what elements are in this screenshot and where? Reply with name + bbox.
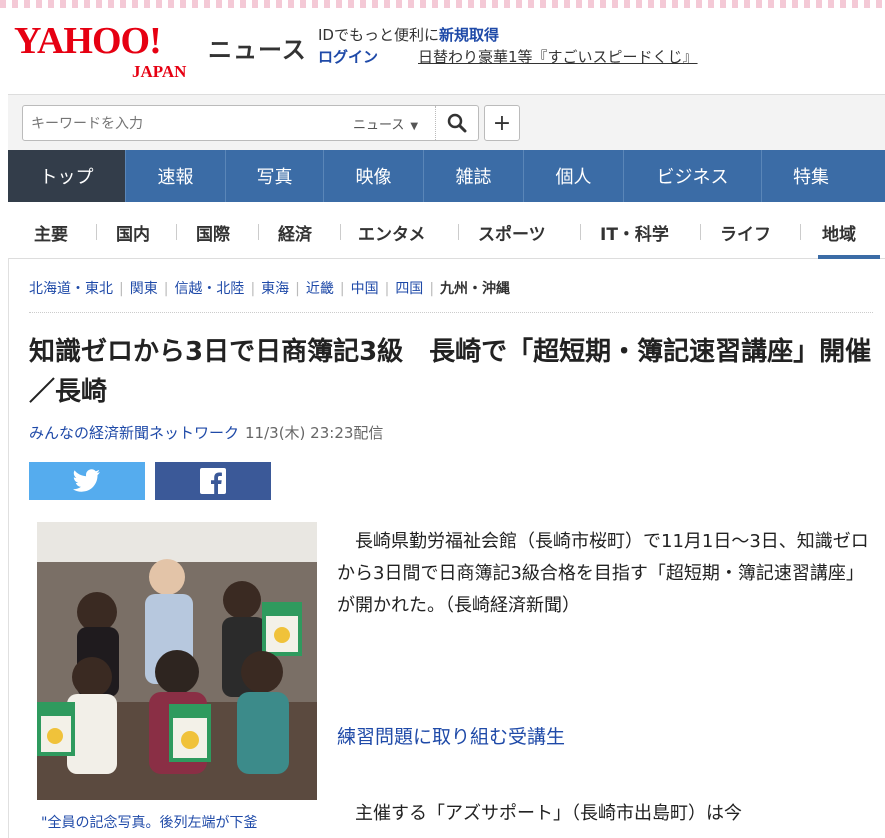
category-local[interactable]: 地域 (822, 220, 856, 245)
main-nav: トップ 速報 写真 映像 雑誌 個人 ビジネス 特集 (8, 150, 885, 202)
tab-features[interactable]: 特集 (762, 150, 860, 202)
region-links: 北海道・東北 | 関東 | 信越・北陸 | 東海 | 近畿 | 中国 | 四国 | 九州・沖縄 (29, 278, 510, 298)
region-hokkaido-tohoku[interactable]: 北海道・東北 (29, 278, 113, 298)
login-link[interactable]: ログイン (318, 46, 378, 67)
separator (176, 224, 177, 240)
search-bar: ニュース ▼ + (8, 94, 885, 151)
category-nav: 主要 国内 国際 経済 エンタメ スポーツ IT・科学 ライフ 地域 (8, 202, 885, 259)
tab-top[interactable]: トップ (8, 150, 126, 202)
search-icon (447, 113, 467, 133)
category-entertainment[interactable]: エンタメ (358, 220, 426, 245)
region-shikoku[interactable]: 四国 (395, 278, 423, 298)
search-box: ニュース ▼ (22, 105, 479, 142)
search-button[interactable] (435, 106, 478, 140)
promo-link[interactable]: 日替わり豪華1等『すごいスピードくじ』 (418, 46, 698, 67)
logo-sub: JAPAN (132, 62, 187, 81)
region-kyushu-okinawa[interactable]: 九州・沖縄 (440, 278, 510, 298)
photo-sub-link[interactable]: 練習問題に取り組む受講生 (337, 722, 565, 749)
region-shinetsu-hokuriku[interactable]: 信越・北陸 (174, 278, 244, 298)
divider (29, 312, 873, 313)
category-economy[interactable]: 経済 (278, 220, 312, 245)
separator: | (119, 281, 124, 297)
separator (340, 224, 341, 240)
photo-caption[interactable]: "全員の記念写真。後列左端が下釜 (41, 812, 321, 832)
article-content: 北海道・東北 | 関東 | 信越・北陸 | 東海 | 近畿 | 中国 | 四国 | 九州・沖縄 知識ゼロから… (8, 258, 885, 838)
id-text: IDでもっと便利に (318, 26, 439, 44)
separator: | (163, 281, 169, 297)
tab-magazine[interactable]: 雑誌 (424, 150, 524, 202)
id-prompt: IDでもっと便利に新規取得 (318, 24, 499, 45)
tab-video[interactable]: 映像 (324, 150, 424, 202)
yahoo-logo[interactable]: YAHOO! JAPAN (14, 20, 186, 81)
region-kinki[interactable]: 近畿 (306, 278, 334, 298)
group-photo-image (37, 522, 317, 800)
separator (96, 224, 97, 240)
category-sports[interactable]: スポーツ (478, 220, 546, 245)
separator: | (250, 281, 256, 297)
chevron-down-icon: ▼ (410, 121, 419, 132)
tab-individual[interactable]: 個人 (524, 150, 624, 202)
article-source-link[interactable]: みんなの経済新聞ネットワーク (29, 424, 239, 442)
facebook-share-button[interactable] (155, 462, 271, 500)
article-date: 11/3(木) 23:23配信 (245, 424, 384, 442)
twitter-share-button[interactable] (29, 462, 145, 500)
region-tokai[interactable]: 東海 (261, 278, 289, 298)
site-header: YAHOO! JAPAN ニュース IDでもっと便利に新規取得 ログイン 日替わ… (0, 8, 885, 88)
tab-photos[interactable]: 写真 (226, 150, 324, 202)
separator (700, 224, 701, 240)
article-body-paragraph: 長崎県勤労福祉会館（長崎市桜町）で11月1日～3日、知識ゼロから3日間で日商簿記… (337, 531, 869, 616)
separator (580, 224, 581, 240)
separator: | (429, 281, 435, 297)
service-name[interactable]: ニュース (208, 30, 307, 65)
article-photo[interactable] (37, 522, 317, 800)
category-domestic[interactable]: 国内 (116, 220, 150, 245)
logo-main: YAHOO! (14, 20, 162, 62)
category-main[interactable]: 主要 (34, 220, 68, 245)
category-international[interactable]: 国際 (196, 220, 230, 245)
separator: | (295, 281, 300, 297)
tab-business[interactable]: ビジネス (624, 150, 762, 202)
category-life[interactable]: ライフ (720, 220, 771, 245)
article-title: 知識ゼロから3日で日商簿記3級 長崎で「超短期・簿記速習講座」開催 ／長崎 (29, 337, 885, 407)
search-category-label: ニュース (353, 118, 405, 133)
register-link[interactable]: 新規取得 (439, 26, 499, 44)
twitter-bird-icon (73, 469, 100, 492)
category-it-science[interactable]: IT・科学 (600, 220, 669, 245)
region-chugoku[interactable]: 中国 (351, 278, 379, 298)
article-meta: みんなの経済新聞ネットワーク 11/3(木) 23:23配信 (29, 422, 383, 443)
separator: | (339, 281, 345, 297)
separator (458, 224, 459, 240)
separator: | (384, 281, 390, 297)
search-category-select[interactable]: ニュース ▼ (353, 114, 418, 133)
region-kanto[interactable]: 関東 (130, 278, 158, 298)
tab-breaking[interactable]: 速報 (126, 150, 226, 202)
separator (258, 224, 259, 240)
search-input[interactable] (29, 106, 333, 142)
article-body-paragraph: 主催する「アズサポート」（長崎市出島町）は今 (337, 803, 742, 824)
facebook-icon (200, 468, 226, 494)
separator (800, 224, 801, 240)
add-button[interactable]: + (484, 105, 520, 141)
top-decor-strip (0, 0, 885, 8)
